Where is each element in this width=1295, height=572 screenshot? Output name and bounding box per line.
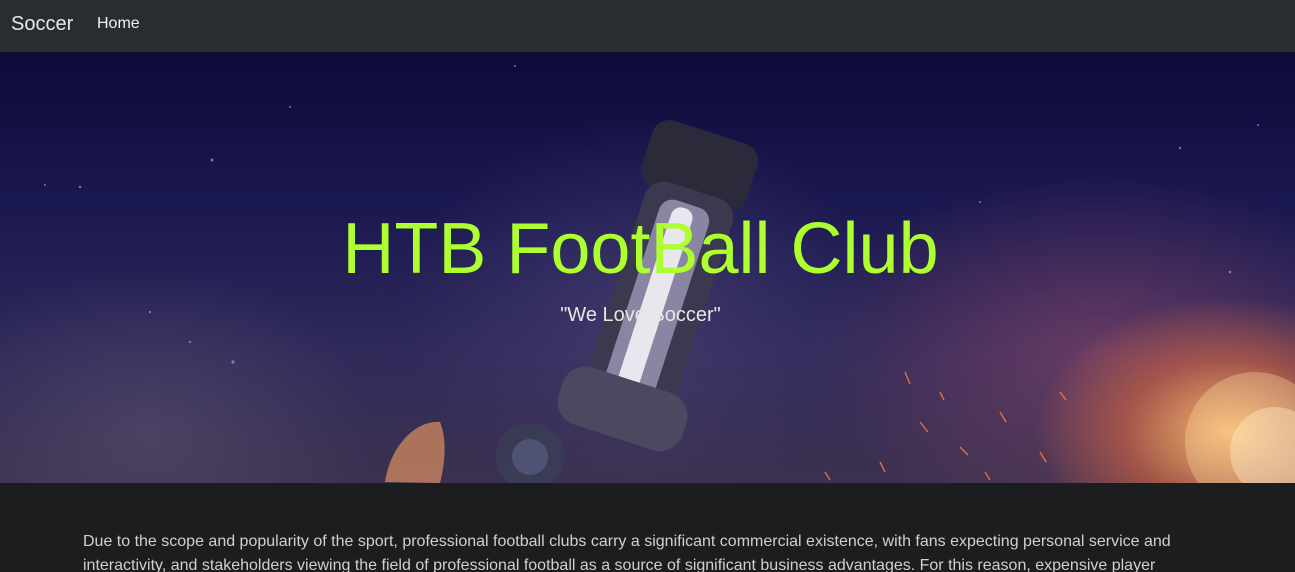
hero-banner: HTB FootBall Club "We Love Soccer" [0, 52, 1295, 483]
hero-tagline: "We Love Soccer" [560, 304, 721, 326]
brand-link[interactable]: Soccer [11, 12, 73, 36]
nav-link-home[interactable]: Home [97, 14, 140, 34]
intro-section: Due to the scope and popularity of the s… [0, 483, 1295, 572]
intro-paragraph: Due to the scope and popularity of the s… [83, 533, 1171, 572]
top-navbar: Soccer Home [0, 0, 1295, 52]
hero-title: HTB FootBall Club [342, 209, 939, 289]
